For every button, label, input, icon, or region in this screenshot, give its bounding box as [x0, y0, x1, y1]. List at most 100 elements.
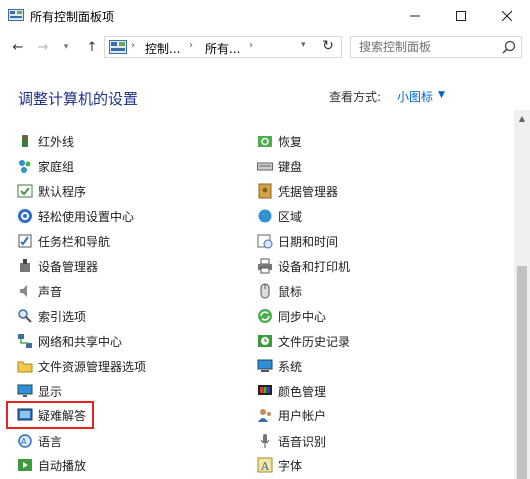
- forward-button[interactable]: →: [33, 37, 53, 57]
- item-system[interactable]: 系统: [257, 356, 302, 376]
- credential-manager-icon: [258, 183, 272, 199]
- item-folder-options[interactable]: 文件资源管理器选项: [17, 356, 146, 376]
- refresh-icon: ↻: [322, 38, 334, 54]
- item-display[interactable]: 显示: [17, 381, 62, 401]
- item-network[interactable]: 网络和共享中心: [17, 331, 122, 351]
- item-homegroup[interactable]: 家庭组: [17, 156, 74, 176]
- item-sound[interactable]: 声音: [17, 281, 62, 301]
- item-label: 默认程序: [38, 184, 87, 199]
- item-label: 日期和时间: [278, 234, 339, 249]
- page-title: 调整计算机的设置: [18, 90, 139, 108]
- fonts-icon: A: [257, 457, 273, 473]
- maximize-button[interactable]: [438, 0, 484, 31]
- device-manager-icon: [20, 259, 30, 272]
- view-by-arrow-icon[interactable]: ▼: [438, 90, 445, 100]
- view-by-label: 查看方式:: [329, 90, 382, 104]
- address-bar[interactable]: › 控制... › 所有... › ▾: [104, 36, 342, 58]
- item-label: 鼠标: [278, 284, 303, 299]
- item-mouse[interactable]: 鼠标: [257, 281, 302, 301]
- ease-of-access-icon: [18, 209, 32, 223]
- search-input[interactable]: [351, 37, 491, 57]
- user-accounts-icon: [258, 409, 271, 422]
- search-box: [350, 36, 522, 58]
- monitor-icon: [17, 384, 33, 397]
- item-default-programs[interactable]: 默认程序: [17, 181, 86, 201]
- up-arrow-icon: ↑: [86, 39, 98, 55]
- breadcrumb-separator: ›: [189, 40, 193, 51]
- highlight-box: [6, 401, 94, 429]
- item-label: 设备和打印机: [278, 259, 351, 274]
- vertical-scrollbar[interactable]: ▲: [514, 110, 530, 479]
- item-indexing[interactable]: 索引选项: [17, 306, 86, 326]
- network-icon: [18, 334, 32, 348]
- minimize-button[interactable]: [392, 0, 438, 31]
- item-file-history[interactable]: 文件历史记录: [257, 331, 350, 351]
- breadcrumb-separator: ›: [131, 40, 135, 51]
- system-icon: [257, 359, 273, 372]
- item-sync-center[interactable]: 同步中心: [257, 306, 326, 326]
- recent-locations-button[interactable]: ▾: [56, 37, 76, 57]
- item-label: 凭据管理器: [278, 184, 339, 199]
- recovery-icon: [258, 136, 272, 147]
- folder-options-icon: [17, 361, 33, 373]
- mouse-icon: [260, 283, 270, 299]
- item-credential-manager[interactable]: 凭据管理器: [257, 181, 338, 201]
- maximize-icon: [456, 10, 466, 21]
- language-icon: A: [18, 434, 32, 448]
- item-label: 键盘: [278, 159, 303, 174]
- view-by-dropdown[interactable]: 小图标: [397, 88, 433, 105]
- scroll-thumb[interactable]: [517, 266, 527, 479]
- refresh-button[interactable]: ↻: [318, 36, 338, 56]
- item-device-manager[interactable]: 设备管理器: [17, 256, 98, 276]
- item-user-accounts[interactable]: 用户帐户: [257, 405, 326, 425]
- item-ease-of-access[interactable]: 轻松使用设置中心: [17, 206, 134, 226]
- close-button[interactable]: [484, 0, 530, 31]
- address-dropdown-icon[interactable]: ▾: [301, 40, 306, 50]
- item-taskbar[interactable]: 任务栏和导航: [17, 231, 110, 251]
- item-label: 字体: [278, 458, 303, 473]
- item-label: 恢复: [278, 134, 303, 149]
- item-label: 用户帐户: [278, 408, 327, 423]
- file-history-icon: [258, 335, 272, 347]
- item-label: 轻松使用设置中心: [38, 209, 135, 224]
- search-icon[interactable]: [502, 40, 516, 54]
- item-fonts[interactable]: A 字体: [257, 455, 302, 475]
- indexing-icon: [18, 309, 32, 323]
- item-speech-recognition[interactable]: 语音识别: [257, 431, 326, 451]
- printer-icon: [258, 258, 272, 274]
- item-devices-printers[interactable]: 设备和打印机: [257, 256, 350, 276]
- item-keyboard[interactable]: 键盘: [257, 156, 302, 176]
- item-label: 任务栏和导航: [38, 234, 111, 249]
- item-label: 区域: [278, 209, 303, 224]
- back-arrow-icon: ←: [12, 39, 24, 55]
- back-button[interactable]: ←: [8, 37, 28, 57]
- item-label: 设备管理器: [38, 259, 99, 274]
- up-button[interactable]: ↑: [82, 37, 102, 57]
- item-date-time[interactable]: 日期和时间: [257, 231, 338, 251]
- item-recovery[interactable]: 恢复: [257, 131, 302, 151]
- item-label: 同步中心: [278, 309, 327, 324]
- item-label: 文件资源管理器选项: [38, 359, 147, 374]
- item-region[interactable]: 区域: [257, 206, 302, 226]
- item-color-management[interactable]: 颜色管理: [257, 381, 326, 401]
- item-label: 颜色管理: [278, 384, 327, 399]
- speaker-icon: [20, 285, 27, 297]
- item-language[interactable]: A 语言: [17, 431, 62, 451]
- scroll-up-icon[interactable]: ▲: [514, 110, 530, 126]
- taskbar-icon: [18, 234, 32, 248]
- item-autoplay[interactable]: 自动播放: [17, 455, 86, 475]
- control-panel-icon: [109, 40, 127, 54]
- svg-text:A: A: [21, 437, 27, 446]
- item-label: 索引选项: [38, 309, 87, 324]
- autoplay-icon: [18, 459, 32, 471]
- item-label: 文件历史记录: [278, 334, 351, 349]
- calendar-clock-icon: [257, 234, 273, 249]
- chevron-down-icon: ▾: [63, 42, 69, 52]
- color-management-icon: [258, 385, 272, 395]
- breadcrumb-control-panel[interactable]: 控制...: [145, 40, 180, 57]
- item-label: 语音识别: [278, 434, 327, 449]
- sync-icon: [258, 309, 272, 323]
- breadcrumb-all-items[interactable]: 所有...: [205, 40, 240, 57]
- item-infrared[interactable]: 红外线: [17, 131, 74, 151]
- svg-text:A: A: [260, 460, 270, 473]
